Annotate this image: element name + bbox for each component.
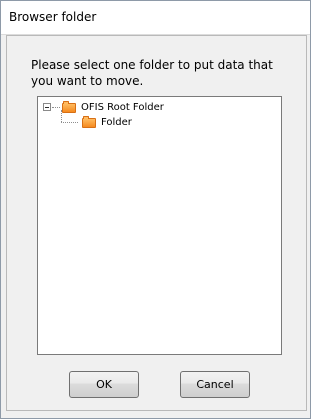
tree-node-ofis-root-folder[interactable]: OFIS Root Folder: [42, 101, 212, 116]
collapse-toggle-icon[interactable]: [43, 103, 51, 111]
browser-folder-dialog: Browser folder Please select one folder …: [0, 0, 311, 419]
folder-tree[interactable]: OFIS Root Folder Folder: [37, 96, 282, 355]
tree-node-folder[interactable]: Folder: [82, 116, 162, 131]
ok-button[interactable]: OK: [69, 371, 139, 398]
tree-connector: [61, 110, 62, 122]
tree-connector: [52, 107, 60, 108]
tree-node-label: Folder: [101, 117, 132, 128]
instruction-text: Please select one folder to put data tha…: [31, 58, 273, 88]
folder-icon: [82, 116, 96, 128]
title-bar: Browser folder: [1, 1, 310, 35]
folder-icon: [62, 101, 76, 113]
cancel-button[interactable]: Cancel: [180, 371, 250, 398]
tree-node-label: OFIS Root Folder: [81, 102, 164, 113]
tree-connector: [61, 122, 78, 123]
window-title: Browser folder: [9, 10, 97, 24]
